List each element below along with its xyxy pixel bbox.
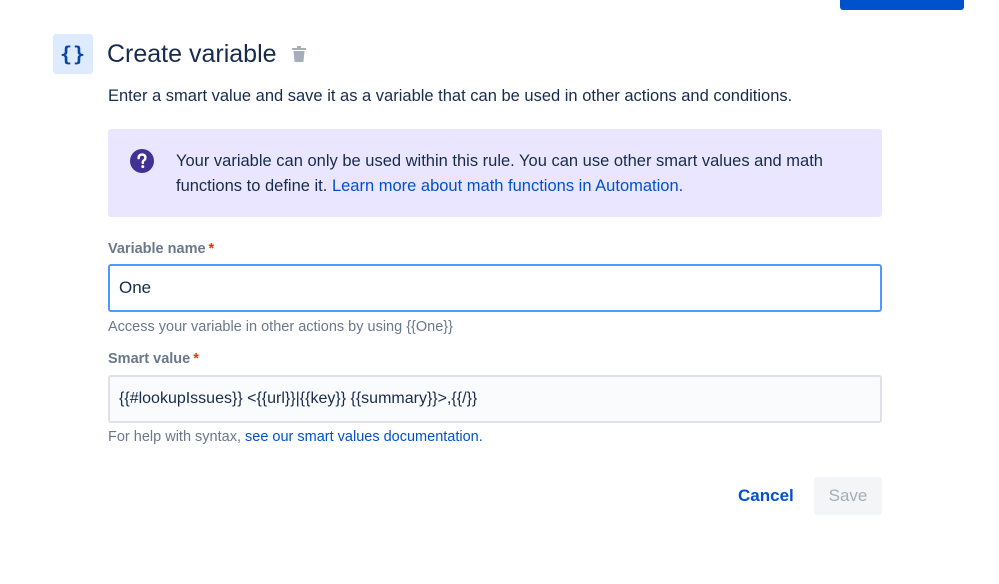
- variable-name-helper: Access your variable in other actions by…: [108, 319, 453, 335]
- cancel-button[interactable]: Cancel: [726, 477, 806, 515]
- top-primary-button[interactable]: [840, 0, 964, 10]
- page-title: Create variable: [107, 39, 277, 68]
- smart-value-helper-text: For help with syntax,: [108, 429, 245, 445]
- description-text: Enter a smart value and save it as a var…: [108, 87, 793, 105]
- smart-value-label: Smart value *: [108, 351, 199, 367]
- question-circle-icon: [130, 149, 154, 173]
- trash-icon[interactable]: [291, 45, 307, 63]
- required-marker: *: [208, 241, 215, 257]
- required-marker: *: [193, 351, 199, 367]
- smart-value-label-text: Smart value: [108, 351, 191, 367]
- variable-name-label: Variable name *: [108, 241, 214, 257]
- smart-values-doc-link[interactable]: see our smart values documentation.: [245, 429, 483, 445]
- variable-name-label-text: Variable name: [108, 241, 206, 257]
- modal-header: {} Create variable: [53, 34, 307, 74]
- trash-icon-svg: [291, 46, 306, 62]
- curly-braces-icon: {}: [53, 34, 93, 74]
- variable-name-input[interactable]: [108, 264, 882, 312]
- math-functions-link[interactable]: Learn more about math functions in Autom…: [332, 177, 683, 195]
- save-button[interactable]: Save: [814, 477, 882, 515]
- info-text: Your variable can only be used within th…: [176, 149, 856, 199]
- smart-value-input[interactable]: [108, 375, 882, 423]
- smart-value-helper: For help with syntax, see our smart valu…: [108, 429, 483, 445]
- info-panel: Your variable can only be used within th…: [108, 129, 882, 217]
